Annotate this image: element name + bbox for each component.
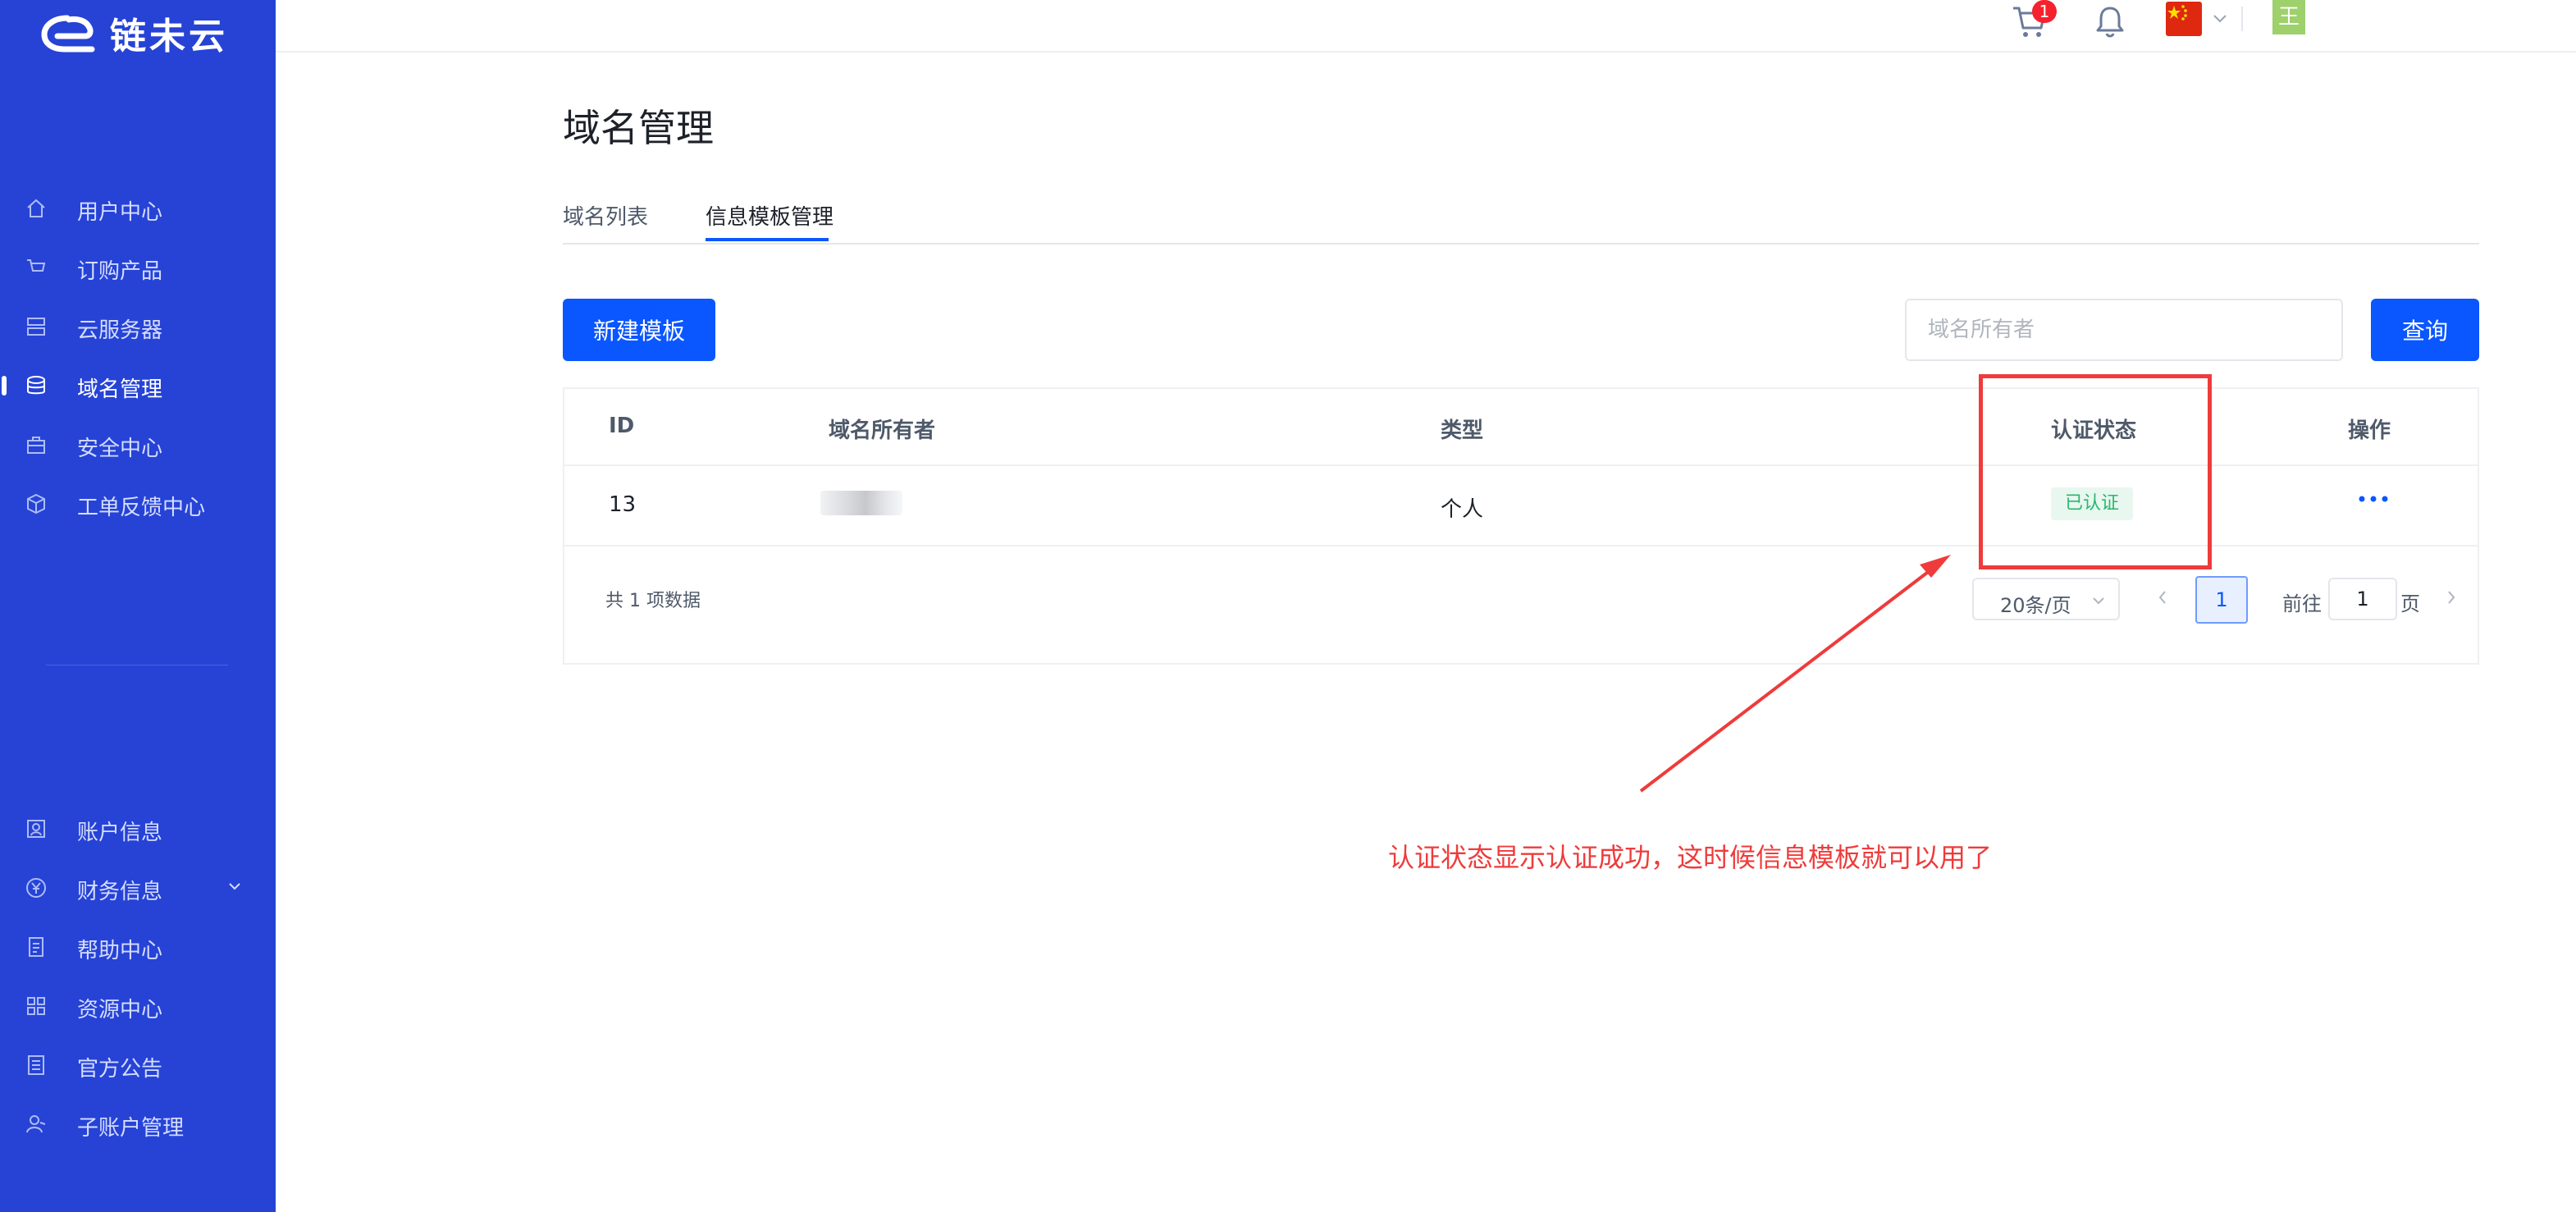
home-icon: [25, 197, 48, 220]
column-header-owner: 域名所有者: [829, 418, 936, 443]
column-header-id: ID: [609, 414, 635, 438]
yuan-icon: [25, 876, 48, 899]
cell-type: 个人: [1441, 497, 1484, 522]
sidebar-item-announcements[interactable]: 官方公告: [0, 1036, 276, 1095]
user-card-icon: [25, 817, 48, 840]
sidebar-item-label: 工单反馈中心: [77, 496, 206, 520]
notice-icon: [25, 1054, 48, 1077]
sidebar-item-label: 安全中心: [77, 437, 163, 461]
sub-account-icon: [25, 1113, 48, 1136]
more-actions-icon[interactable]: [2353, 483, 2394, 515]
cell-id: 13: [609, 492, 637, 517]
sidebar-item-cloud-server[interactable]: 云服务器: [0, 297, 276, 356]
sidebar-item-help-center[interactable]: 帮助中心: [0, 917, 276, 976]
sidebar-nav-main: 用户中心 订购产品 云服务器 域名管理 安全中心 工单反馈中心: [0, 179, 276, 533]
prev-page-icon[interactable]: [2153, 586, 2172, 609]
sidebar-item-label: 资源中心: [77, 998, 163, 1022]
cell-owner-redacted: [820, 491, 902, 515]
sidebar: 链未云 用户中心 订购产品 云服务器 域名管理 安全中心 工单反馈中心 账户信息…: [0, 0, 276, 1212]
sidebar-item-user-center[interactable]: 用户中心: [0, 179, 276, 238]
sidebar-item-label: 用户中心: [77, 200, 163, 225]
tab-info-template-management[interactable]: 信息模板管理: [706, 200, 834, 231]
sidebar-item-label: 域名管理: [77, 377, 163, 402]
goto-page-input[interactable]: [2328, 578, 2397, 620]
brand-name: 链未云: [110, 16, 228, 57]
page-unit-label: 页: [2400, 592, 2420, 615]
total-count: 共 1 项数据: [605, 591, 701, 611]
chevron-down-icon: [2093, 597, 2104, 605]
sidebar-item-sub-accounts[interactable]: 子账户管理: [0, 1095, 276, 1154]
tab-domain-list[interactable]: 域名列表: [563, 200, 648, 231]
chevron-down-icon[interactable]: [2210, 8, 2230, 28]
active-tab-indicator: [706, 238, 829, 241]
logo-icon: [41, 15, 95, 53]
briefcase-icon: [25, 433, 48, 456]
sidebar-item-label: 官方公告: [77, 1057, 163, 1082]
topbar-divider: [2241, 7, 2243, 31]
column-header-type: 类型: [1441, 418, 1484, 443]
document-icon: [25, 935, 48, 958]
tab-bar: 域名列表 信息模板管理: [563, 197, 2479, 245]
page-number-current[interactable]: 1: [2195, 576, 2248, 624]
cube-icon: [25, 492, 48, 515]
cart-icon: [25, 256, 48, 279]
annotation-text: 认证状态显示认证成功，这时候信息模板就可以用了: [1388, 842, 1993, 873]
sidebar-item-order-products[interactable]: 订购产品: [0, 238, 276, 297]
brand-logo[interactable]: 链未云: [38, 7, 228, 59]
query-button[interactable]: 查询: [2371, 299, 2479, 361]
sidebar-nav-account: 账户信息 财务信息 帮助中心 资源中心 官方公告 子账户管理: [0, 799, 276, 1154]
sidebar-item-security-center[interactable]: 安全中心: [0, 415, 276, 474]
page-size-value: 20条/页: [2000, 594, 2071, 617]
domain-owner-search-input[interactable]: [1905, 299, 2343, 361]
sidebar-item-label: 账户信息: [77, 821, 163, 845]
cart-count-badge: 1: [2032, 0, 2057, 23]
top-bar: [276, 0, 2576, 53]
sidebar-item-domain-management[interactable]: 域名管理: [0, 356, 276, 415]
bell-icon[interactable]: [2092, 3, 2128, 39]
sidebar-item-account-info[interactable]: 账户信息: [0, 799, 276, 858]
sidebar-item-finance-info[interactable]: 财务信息: [0, 858, 276, 917]
sidebar-item-ticket-center[interactable]: 工单反馈中心: [0, 474, 276, 533]
sidebar-item-label: 云服务器: [77, 318, 163, 343]
page-size-select[interactable]: 20条/页: [1972, 578, 2120, 620]
china-flag-icon[interactable]: [2166, 2, 2202, 36]
chevron-down-icon[interactable]: [226, 878, 243, 894]
server-icon: [25, 315, 48, 338]
next-page-icon[interactable]: [2441, 586, 2461, 609]
avatar[interactable]: 王: [2272, 0, 2305, 34]
new-template-button[interactable]: 新建模板: [563, 299, 715, 361]
database-icon: [25, 374, 48, 397]
grid-icon: [25, 995, 48, 1018]
goto-label: 前往: [2282, 592, 2322, 615]
sidebar-item-label: 子账户管理: [77, 1116, 185, 1141]
sidebar-item-resource-center[interactable]: 资源中心: [0, 976, 276, 1036]
annotation-highlight-box: [1979, 374, 2212, 569]
column-header-actions: 操作: [2348, 418, 2391, 443]
page-title: 域名管理: [563, 106, 714, 150]
sidebar-item-label: 财务信息: [77, 880, 163, 904]
sidebar-item-label: 订购产品: [77, 259, 163, 284]
sidebar-item-label: 帮助中心: [77, 939, 163, 963]
